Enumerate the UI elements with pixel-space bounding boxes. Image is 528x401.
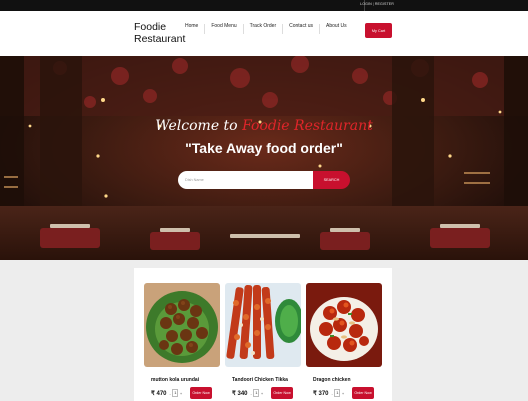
quantity-stepper: - 1 +: [168, 388, 184, 398]
food-price: ₹ 340: [232, 391, 248, 397]
brand-logo[interactable]: Foodie Restaurant: [134, 21, 185, 45]
nav-item-home[interactable]: Home: [179, 24, 206, 34]
food-title: Tandoori Chicken Tikka: [232, 377, 288, 383]
order-now-button[interactable]: Order Now: [271, 387, 293, 399]
welcome-prefix: Welcome to: [155, 118, 243, 134]
auth-links: LOGIN|REGISTER: [360, 2, 394, 6]
my-cart-button[interactable]: My Cart: [365, 23, 392, 38]
restaurant-interior-image: [0, 56, 528, 260]
food-card: Dragon chicken ₹ 370 - 1 + Order Now: [306, 283, 382, 399]
nav-item-food-menu[interactable]: Food Menu: [205, 24, 244, 34]
increment-button[interactable]: +: [178, 391, 183, 396]
order-now-button[interactable]: Order Now: [352, 387, 374, 399]
food-title: Dragon chicken: [313, 377, 351, 383]
menu-section: mutton kola urundai ₹ 470 - 1 + Order No…: [134, 268, 392, 401]
welcome-heading: Welcome to Foodie Restaurant: [0, 118, 528, 134]
food-image[interactable]: [225, 283, 301, 367]
food-title: mutton kola urundai: [151, 377, 200, 383]
auth-separator: |: [372, 2, 374, 6]
dish-search-input[interactable]: [178, 171, 318, 189]
search-bar: SEARCH: [178, 171, 350, 189]
search-button[interactable]: SEARCH: [313, 171, 350, 189]
food-card: mutton kola urundai ₹ 470 - 1 + Order No…: [144, 283, 220, 399]
register-link[interactable]: REGISTER: [375, 2, 394, 6]
quantity-stepper: - 1 +: [249, 388, 265, 398]
top-bar: LOGIN|REGISTER: [0, 0, 528, 11]
food-card: Tandoori Chicken Tikka ₹ 340 - 1 + Order…: [225, 283, 301, 399]
nav-item-contact-us[interactable]: Contact us: [283, 24, 321, 34]
food-price: ₹ 470: [151, 391, 167, 397]
quantity-stepper: - 1 +: [330, 388, 346, 398]
food-image[interactable]: [144, 283, 220, 367]
login-link[interactable]: LOGIN: [360, 2, 372, 6]
nav-item-track-order[interactable]: Track Order: [244, 24, 284, 34]
main-nav: Home Food Menu Track Order Contact us Ab…: [179, 24, 353, 34]
hero-banner: Welcome to Foodie Restaurant "Take Away …: [0, 56, 528, 260]
increment-button[interactable]: +: [259, 391, 264, 396]
order-now-button[interactable]: Order Now: [190, 387, 212, 399]
increment-button[interactable]: +: [340, 391, 345, 396]
tagline: "Take Away food order": [185, 140, 343, 156]
food-price: ₹ 370: [313, 391, 329, 397]
food-image[interactable]: [306, 283, 382, 367]
site-header: Foodie Restaurant Home Food Menu Track O…: [0, 11, 528, 56]
restaurant-name: Foodie Restaurant: [242, 118, 373, 134]
nav-item-about-us[interactable]: About Us: [320, 24, 353, 34]
